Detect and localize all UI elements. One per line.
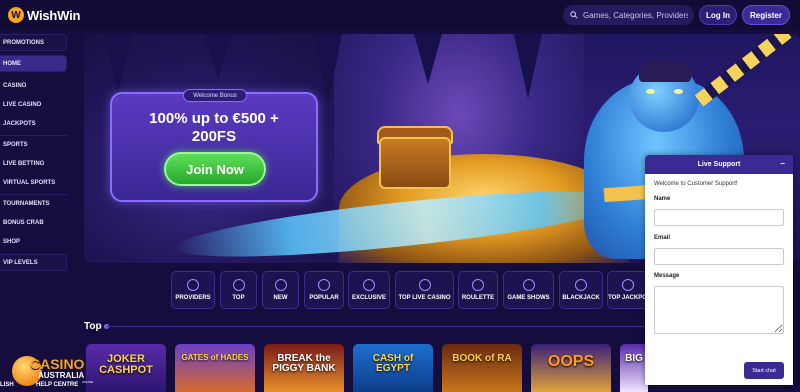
category-exclusive[interactable]: EXCLUSIVE: [348, 271, 390, 309]
live-support-title: Live Support: [697, 161, 741, 168]
sidebar-item-sports[interactable]: SPORTS: [0, 136, 67, 153]
search-box[interactable]: [563, 5, 694, 25]
game-tile[interactable]: OOPS: [531, 344, 611, 392]
category-label: EXCLUSIVE: [351, 295, 386, 301]
category-roulette[interactable]: ROULETTE: [458, 271, 498, 309]
category-label: BLACKJACK: [562, 295, 600, 301]
category-label: TOP: [232, 295, 245, 301]
start-chat-button[interactable]: Start chat: [744, 362, 784, 379]
providers-icon: [187, 279, 199, 291]
roulette-icon: [472, 279, 484, 291]
game-tile[interactable]: BIG: [620, 344, 648, 392]
watermark-small-text: ONLINE: [82, 380, 94, 384]
category-top-jackpots[interactable]: TOP JACKPO: [607, 271, 647, 309]
join-now-button[interactable]: Join Now: [164, 152, 266, 186]
category-top-live-casino[interactable]: TOP LIVE CASINO: [395, 271, 454, 309]
sidebar-item-live-betting[interactable]: LIVE BETTING: [0, 155, 67, 172]
game-title: BOOK of RA: [452, 353, 512, 364]
game-title: OOPS: [547, 353, 595, 370]
sidebar-item-home[interactable]: HOME: [0, 55, 67, 72]
game-title: BIG: [625, 353, 643, 364]
message-field[interactable]: [654, 286, 784, 334]
game-title: GATES of HADES: [181, 353, 249, 362]
game-title: JOKER CASHPOT: [99, 353, 153, 376]
stalactite: [314, 34, 342, 104]
game-tile[interactable]: BREAK the PIGGY BANK: [264, 344, 344, 392]
section-divider: [106, 326, 646, 327]
category-label: NEW: [273, 295, 288, 301]
category-label: GAME SHOWS: [507, 295, 550, 301]
sidebar-item-jackpots[interactable]: JACKPOTS: [0, 115, 67, 132]
sidebar-item-vip-levels[interactable]: VIP LEVELS: [0, 254, 67, 271]
sidebar-item-live-casino[interactable]: LIVE CASINO: [0, 96, 67, 113]
stalactite: [514, 34, 542, 99]
category-label: TOP JACKPO: [608, 295, 647, 301]
crown-icon: [232, 279, 245, 291]
lightning-icon: [274, 279, 287, 291]
category-providers[interactable]: PROVIDERS: [171, 271, 215, 309]
logo-text: WishWin: [27, 7, 81, 23]
search-input[interactable]: [583, 10, 688, 20]
watermark-brand: CASINO: [30, 356, 85, 372]
category-label: TOP LIVE CASINO: [398, 295, 451, 301]
genie-hat: [639, 62, 691, 82]
game-tile[interactable]: GATES of HADES: [175, 344, 255, 392]
stalactite: [104, 34, 132, 94]
top-header: W WishWin Log In Register: [0, 0, 800, 30]
stalactite: [414, 34, 442, 84]
live-icon: [418, 279, 431, 291]
lamp-ray: [694, 34, 798, 107]
sidebar: PROMOTIONS HOME CASINO LIVE CASINO JACKP…: [0, 32, 68, 392]
diamond-icon: [363, 279, 375, 291]
sidebar-item-shop[interactable]: SHOP: [0, 233, 67, 250]
message-label: Message: [654, 273, 680, 279]
language-label-cut[interactable]: LISH: [0, 382, 14, 388]
logo-icon: W: [8, 7, 24, 23]
search-icon: [570, 11, 578, 19]
star-icon: [318, 279, 330, 291]
help-centre-link[interactable]: HELP CENTRE: [36, 382, 78, 388]
game-tile[interactable]: JOKER CASHPOT: [86, 344, 166, 392]
category-label: ROULETTE: [461, 295, 495, 301]
sidebar-item-bonus-crab[interactable]: BONUS CRAB: [0, 214, 67, 231]
game-title: BREAK the PIGGY BANK: [272, 353, 336, 374]
category-new[interactable]: NEW: [262, 271, 299, 309]
live-support-widget: Live Support – Welcome to Customer Suppo…: [645, 155, 793, 385]
email-label: Email: [654, 235, 671, 241]
minimize-icon[interactable]: –: [781, 159, 785, 168]
bonus-headline-line2: 200FS: [191, 128, 237, 145]
game-title: CASH of EGYPT: [372, 353, 414, 374]
cards-icon: [575, 279, 587, 291]
category-game-shows[interactable]: GAME SHOWS: [503, 271, 554, 309]
category-label: PROVIDERS: [175, 295, 211, 301]
category-popular[interactable]: POPULAR: [304, 271, 344, 309]
support-welcome-text: Welcome to Customer Support!: [654, 181, 738, 187]
game-shows-icon: [522, 279, 535, 291]
genie-eye: [646, 89, 655, 94]
category-label: POPULAR: [309, 295, 339, 301]
sidebar-item-tournaments[interactable]: TOURNAMENTS: [0, 195, 67, 212]
genie-eye: [674, 89, 683, 94]
game-tile[interactable]: BOOK of RA: [442, 344, 522, 392]
bonus-headline-line1: 100% up to €500 +: [149, 110, 279, 127]
game-tile[interactable]: CASH of EGYPT: [353, 344, 433, 392]
category-blackjack[interactable]: BLACKJACK: [559, 271, 603, 309]
name-field[interactable]: [654, 209, 784, 226]
logo[interactable]: W WishWin: [8, 7, 80, 23]
jackpot-icon: [621, 279, 634, 291]
sidebar-item-promotions[interactable]: PROMOTIONS: [0, 34, 67, 51]
email-field[interactable]: [654, 248, 784, 265]
login-button[interactable]: Log In: [699, 5, 737, 25]
welcome-bonus-tag: Welcome Bonus: [183, 89, 247, 102]
sidebar-item-virtual-sports[interactable]: VIRTUAL SPORTS: [0, 174, 67, 191]
register-button[interactable]: Register: [742, 5, 790, 25]
category-top[interactable]: TOP: [220, 271, 257, 309]
treasure-chest-image: [379, 137, 451, 189]
live-support-header: Live Support –: [645, 155, 793, 174]
sidebar-item-casino[interactable]: CASINO: [0, 77, 67, 94]
stalactite: [204, 34, 232, 79]
section-title-top: Top: [84, 321, 102, 332]
watermark-country: AUSTRALIA: [38, 371, 85, 380]
name-label: Name: [654, 196, 671, 202]
